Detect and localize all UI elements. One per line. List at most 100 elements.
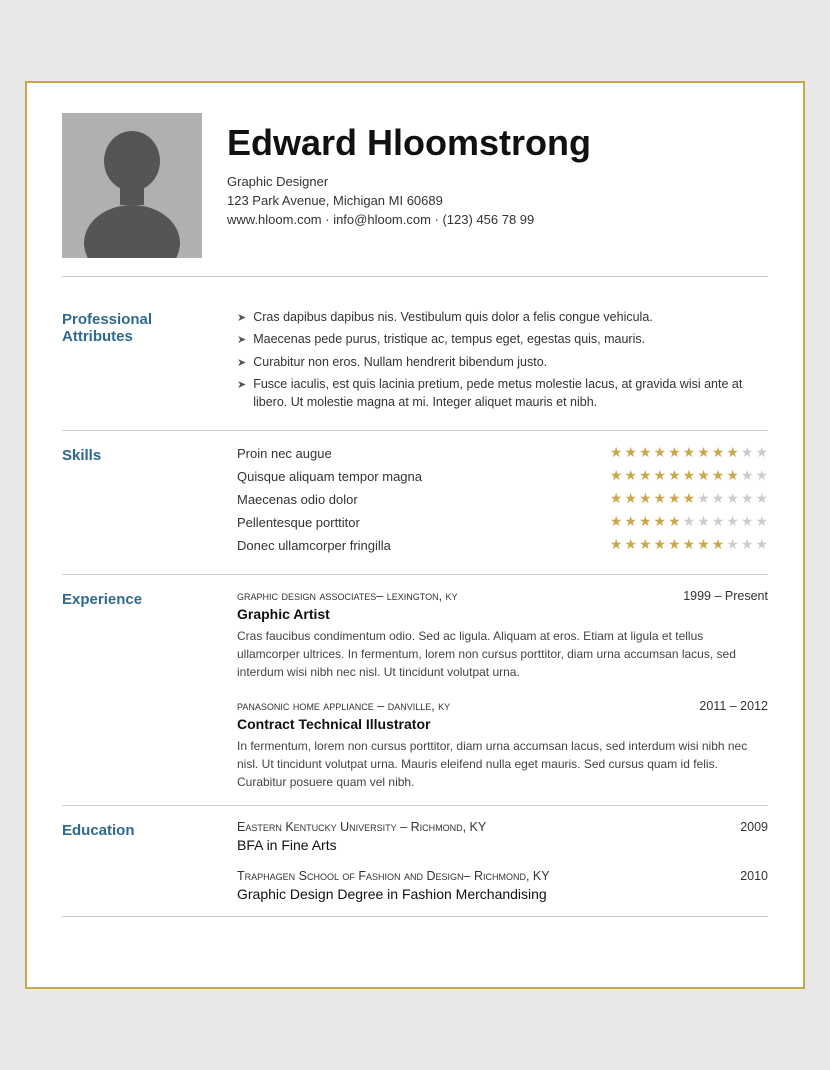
skill-stars: ★★★★★★★★★★★ <box>610 445 768 462</box>
empty-star-icon: ★ <box>755 514 768 531</box>
exp-company: Graphic Design Associates– Lexington, KY <box>237 589 458 603</box>
empty-star-icon: ★ <box>755 445 768 462</box>
full-name: Edward Hloomstrong <box>227 123 768 163</box>
experience-entry: Graphic Design Associates– Lexington, KY… <box>237 589 768 681</box>
filled-star-icon: ★ <box>668 468 681 485</box>
skill-name: Proin nec augue <box>237 446 332 461</box>
filled-star-icon: ★ <box>624 537 637 554</box>
filled-star-icon: ★ <box>697 445 710 462</box>
filled-star-icon: ★ <box>668 445 681 462</box>
filled-star-icon: ★ <box>654 491 667 508</box>
list-item: ➤Fusce iaculis, est quis lacinia pretium… <box>237 376 768 411</box>
filled-star-icon: ★ <box>610 514 623 531</box>
professional-attributes-label: Professional Attributes <box>62 309 217 417</box>
filled-star-icon: ★ <box>639 514 652 531</box>
filled-star-icon: ★ <box>697 468 710 485</box>
edu-header: Eastern Kentucky University – Richmond, … <box>237 820 768 834</box>
filled-star-icon: ★ <box>668 537 681 554</box>
empty-star-icon: ★ <box>712 514 725 531</box>
edu-year: 2010 <box>740 869 768 883</box>
filled-star-icon: ★ <box>683 468 696 485</box>
filled-star-icon: ★ <box>683 445 696 462</box>
filled-star-icon: ★ <box>624 514 637 531</box>
avatar <box>62 113 202 258</box>
empty-star-icon: ★ <box>755 537 768 554</box>
arrow-icon: ➤ <box>237 311 246 326</box>
skill-name: Donec ullamcorper fringilla <box>237 538 391 553</box>
empty-star-icon: ★ <box>726 514 739 531</box>
footer-space <box>62 917 768 957</box>
skill-name: Quisque aliquam tempor magna <box>237 469 422 484</box>
filled-star-icon: ★ <box>639 445 652 462</box>
education-content: Eastern Kentucky University – Richmond, … <box>237 820 768 902</box>
list-item: ➤Maecenas pede purus, tristique ac, temp… <box>237 331 768 349</box>
filled-star-icon: ★ <box>712 537 725 554</box>
header-section: Edward Hloomstrong Graphic Designer 123 … <box>62 113 768 277</box>
empty-star-icon: ★ <box>755 468 768 485</box>
skill-name: Pellentesque porttitor <box>237 515 360 530</box>
empty-star-icon: ★ <box>683 514 696 531</box>
skill-stars: ★★★★★★★★★★★ <box>610 491 768 508</box>
resume-page: Edward Hloomstrong Graphic Designer 123 … <box>25 81 805 990</box>
arrow-icon: ➤ <box>237 333 246 348</box>
filled-star-icon: ★ <box>624 445 637 462</box>
exp-header: Panasonic Home Appliance – Danville, KY … <box>237 699 768 713</box>
experience-entry: Panasonic Home Appliance – Danville, KY … <box>237 699 768 791</box>
professional-attributes-content: ➤Cras dapibus dapibus nis. Vestibulum qu… <box>237 309 768 417</box>
filled-star-icon: ★ <box>610 537 623 554</box>
list-item: ➤Curabitur non eros. Nullam hendrerit bi… <box>237 354 768 372</box>
attributes-list: ➤Cras dapibus dapibus nis. Vestibulum qu… <box>237 309 768 412</box>
experience-label: Experience <box>62 589 217 791</box>
empty-star-icon: ★ <box>726 491 739 508</box>
filled-star-icon: ★ <box>610 445 623 462</box>
edu-school: Eastern Kentucky University – Richmond, … <box>237 820 486 834</box>
empty-star-icon: ★ <box>741 491 754 508</box>
skill-row: Maecenas odio dolor★★★★★★★★★★★ <box>237 491 768 508</box>
skill-stars: ★★★★★★★★★★★ <box>610 514 768 531</box>
header-info: Edward Hloomstrong Graphic Designer 123 … <box>227 113 768 232</box>
job-title: Graphic Designer <box>227 174 768 189</box>
skills-content: Proin nec augue★★★★★★★★★★★Quisque aliqua… <box>237 445 768 560</box>
filled-star-icon: ★ <box>712 468 725 485</box>
filled-star-icon: ★ <box>668 514 681 531</box>
skills-label: Skills <box>62 445 217 560</box>
list-item: ➤Cras dapibus dapibus nis. Vestibulum qu… <box>237 309 768 327</box>
empty-star-icon: ★ <box>726 537 739 554</box>
skill-row: Quisque aliquam tempor magna★★★★★★★★★★★ <box>237 468 768 485</box>
arrow-icon: ➤ <box>237 356 246 371</box>
empty-star-icon: ★ <box>741 537 754 554</box>
filled-star-icon: ★ <box>654 514 667 531</box>
filled-star-icon: ★ <box>639 491 652 508</box>
education-section: Education Eastern Kentucky University – … <box>62 806 768 917</box>
filled-star-icon: ★ <box>610 491 623 508</box>
edu-degree: BFA in Fine Arts <box>237 837 768 853</box>
edu-degree: Graphic Design Degree in Fashion Merchan… <box>237 886 768 902</box>
filled-star-icon: ★ <box>726 468 739 485</box>
exp-description: Cras faucibus condimentum odio. Sed ac l… <box>237 627 768 681</box>
experience-section: Experience Graphic Design Associates– Le… <box>62 575 768 806</box>
filled-star-icon: ★ <box>624 468 637 485</box>
address: 123 Park Avenue, Michigan MI 60689 <box>227 193 768 208</box>
empty-star-icon: ★ <box>697 514 710 531</box>
skill-row: Pellentesque porttitor★★★★★★★★★★★ <box>237 514 768 531</box>
filled-star-icon: ★ <box>654 537 667 554</box>
professional-attributes-section: Professional Attributes ➤Cras dapibus da… <box>62 295 768 432</box>
empty-star-icon: ★ <box>741 468 754 485</box>
edu-header: Traphagen School of Fashion and Design– … <box>237 869 768 883</box>
filled-star-icon: ★ <box>712 445 725 462</box>
empty-star-icon: ★ <box>741 514 754 531</box>
filled-star-icon: ★ <box>610 468 623 485</box>
exp-date: 2011 – 2012 <box>699 699 768 713</box>
skills-section: Skills Proin nec augue★★★★★★★★★★★Quisque… <box>62 431 768 575</box>
filled-star-icon: ★ <box>668 491 681 508</box>
empty-star-icon: ★ <box>712 491 725 508</box>
exp-date: 1999 – Present <box>683 589 768 603</box>
filled-star-icon: ★ <box>654 445 667 462</box>
education-label: Education <box>62 820 217 902</box>
filled-star-icon: ★ <box>683 537 696 554</box>
skill-row: Donec ullamcorper fringilla★★★★★★★★★★★ <box>237 537 768 554</box>
filled-star-icon: ★ <box>726 445 739 462</box>
filled-star-icon: ★ <box>639 537 652 554</box>
education-entry: Traphagen School of Fashion and Design– … <box>237 869 768 902</box>
filled-star-icon: ★ <box>654 468 667 485</box>
